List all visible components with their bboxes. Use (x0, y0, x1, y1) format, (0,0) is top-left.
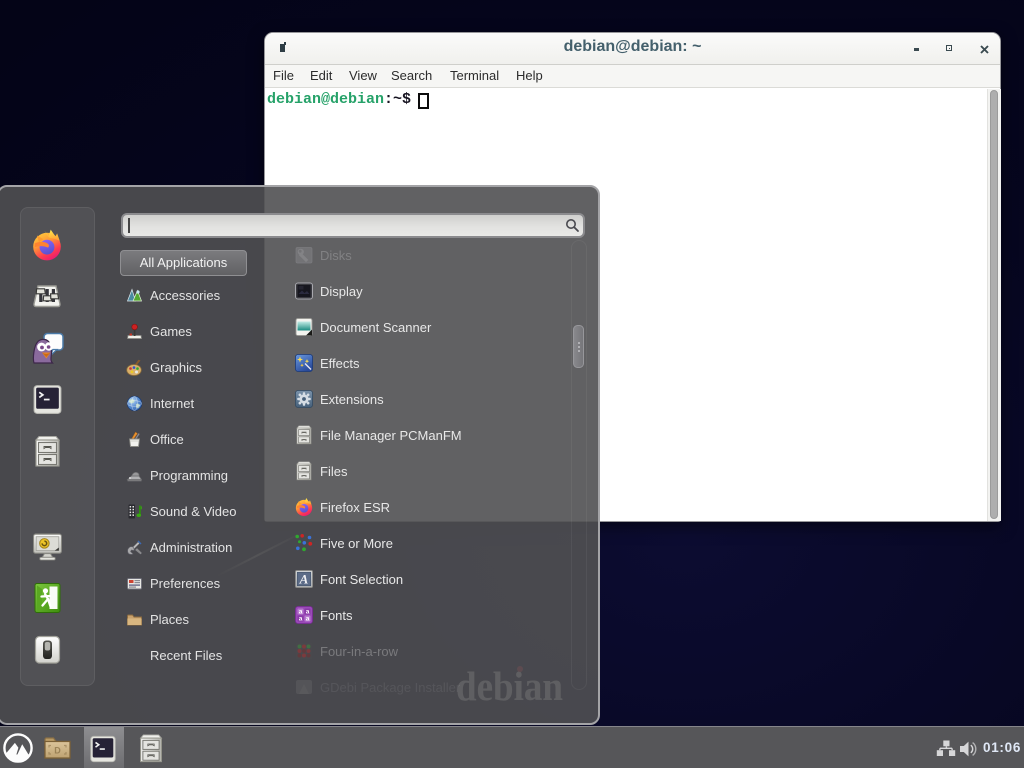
svg-text:a: a (306, 616, 310, 623)
svg-text:a: a (299, 609, 303, 616)
svg-text:A: A (299, 572, 309, 587)
svg-text:a: a (306, 609, 310, 616)
svg-text:a: a (299, 616, 303, 623)
svg-text:D: D (54, 746, 61, 756)
